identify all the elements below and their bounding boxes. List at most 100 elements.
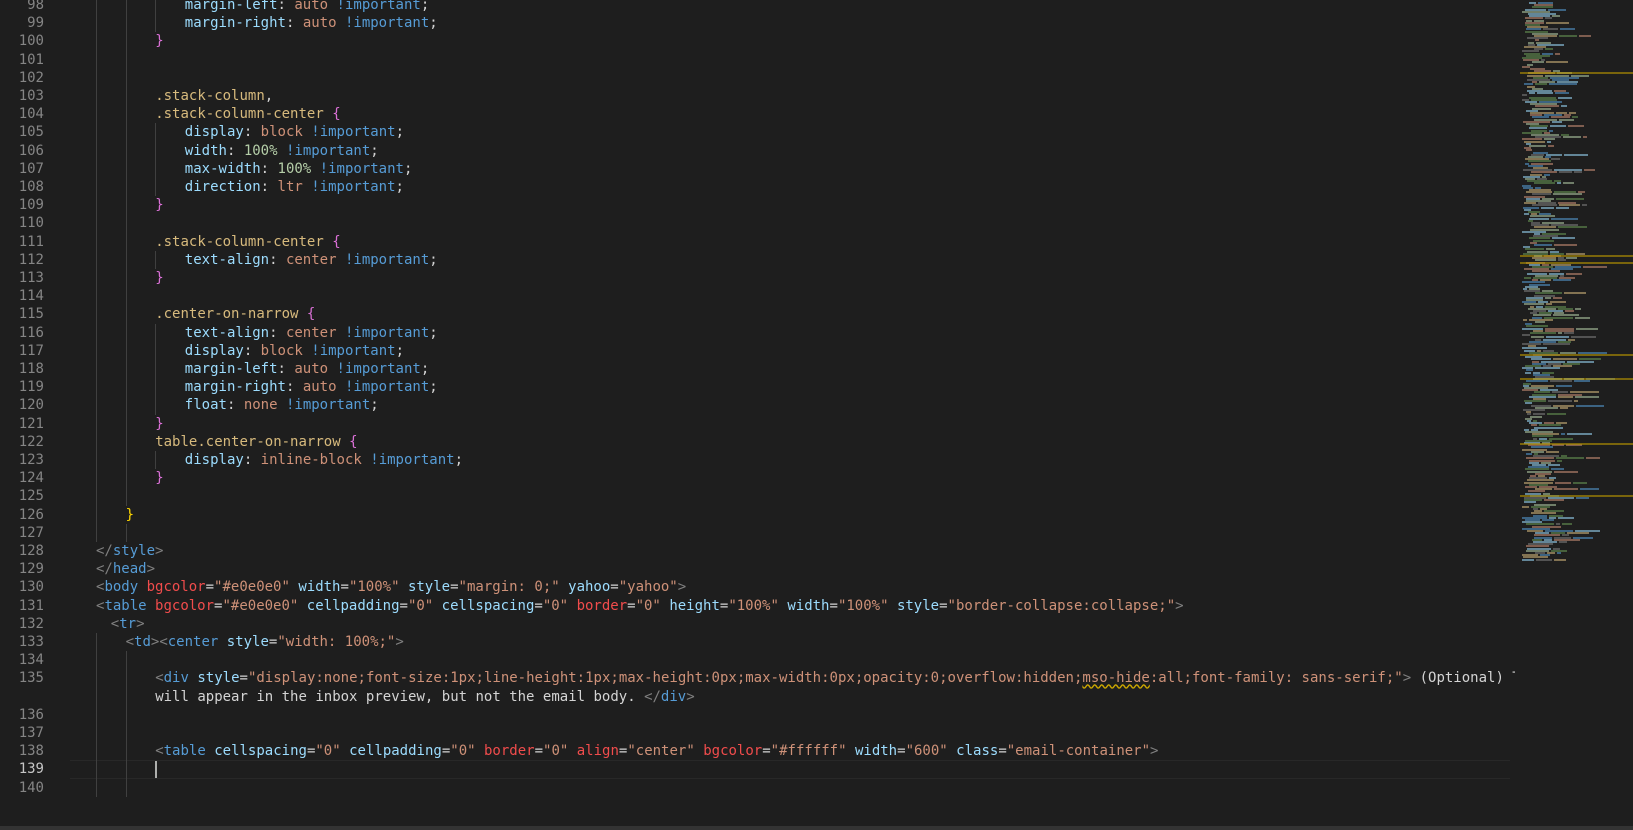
code-line[interactable]: } — [70, 506, 1515, 525]
minimap-line — [1536, 558, 1552, 561]
minimap-line — [1550, 125, 1566, 128]
code-line[interactable] — [70, 779, 1515, 798]
minimap-line — [1544, 499, 1564, 502]
code-line[interactable]: } — [70, 32, 1515, 51]
code-line[interactable]: display: block !important; — [70, 123, 1515, 142]
code-line[interactable]: .stack-column-center { — [70, 105, 1515, 124]
indent-guide — [96, 250, 97, 269]
code-token: ; — [429, 324, 438, 341]
code-line[interactable]: } — [70, 196, 1515, 215]
code-line[interactable]: display: block !important; — [70, 342, 1515, 361]
code-line[interactable]: <table cellspacing="0" cellpadding="0" b… — [70, 742, 1515, 761]
code-area[interactable]: margin-left: auto !important; margin-righ… — [70, 0, 1515, 830]
code-line[interactable]: width: 100% !important; — [70, 142, 1515, 161]
code-line[interactable]: } — [70, 469, 1515, 488]
code-token: : — [226, 397, 244, 414]
code-line[interactable]: <body bgcolor="#e0e0e0" width="100%" sty… — [70, 578, 1515, 597]
code-line[interactable] — [70, 524, 1515, 543]
code-line[interactable]: .center-on-narrow { — [70, 305, 1515, 324]
code-line[interactable] — [70, 487, 1515, 506]
code-line[interactable] — [70, 287, 1515, 306]
indent-guide — [125, 269, 127, 288]
minimap-line — [1566, 272, 1582, 275]
code-line[interactable]: text-align: center !important; — [70, 251, 1515, 270]
minimap-line — [1523, 318, 1527, 321]
minimap-highlight — [1520, 443, 1633, 445]
code-line[interactable]: </head> — [70, 560, 1515, 579]
code-line[interactable]: .stack-column-center { — [70, 233, 1515, 252]
indent-guide — [125, 87, 127, 106]
code-token: bgcolor — [155, 597, 215, 614]
code-line[interactable]: <div style="display:none;font-size:1px;l… — [70, 669, 1515, 688]
horizontal-scrollbar[interactable] — [0, 826, 1633, 830]
minimap-line — [1526, 149, 1532, 152]
minimap[interactable] — [1520, 0, 1633, 830]
code-line[interactable] — [70, 760, 1510, 780]
code-token: ; — [420, 0, 430, 13]
code-token: height — [669, 597, 720, 614]
minimap-line — [1535, 83, 1547, 86]
indent-guide — [96, 778, 97, 797]
code-token: style — [112, 543, 156, 559]
indent-guide — [125, 432, 127, 451]
code-line[interactable]: max-width: 100% !important; — [70, 160, 1515, 179]
code-line[interactable]: </style> — [70, 542, 1515, 561]
code-token: display — [184, 124, 244, 141]
code-token: .center-on-narrow — [155, 306, 299, 323]
code-token: margin-right — [184, 15, 286, 32]
code-line[interactable]: margin-left: auto !important; — [70, 360, 1515, 379]
code-line[interactable] — [70, 706, 1515, 725]
code-token: none — [243, 397, 278, 414]
code-line[interactable]: } — [70, 415, 1515, 434]
code-token: = — [399, 597, 408, 614]
line-number: 136 — [18, 706, 44, 723]
code-line[interactable]: will appear in the inbox preview, but no… — [70, 688, 1515, 707]
code-line[interactable] — [70, 51, 1515, 70]
code-line[interactable] — [70, 651, 1515, 670]
code-token: style — [407, 579, 451, 596]
code-line[interactable]: <tr> — [70, 615, 1515, 634]
indent-guide — [155, 323, 157, 342]
indent-guide — [125, 414, 127, 433]
code-line[interactable]: float: none !important; — [70, 396, 1515, 415]
code-line[interactable] — [70, 69, 1515, 88]
code-token: !important — [285, 397, 371, 414]
code-line[interactable]: direction: ltr !important; — [70, 178, 1515, 197]
indent-guide — [96, 123, 97, 142]
code-line[interactable]: display: inline-block !important; — [70, 451, 1515, 470]
code-line[interactable]: .stack-column, — [70, 87, 1515, 106]
code-token: "margin: 0;" — [458, 579, 560, 596]
indent-guide — [96, 414, 97, 433]
code-line[interactable]: <table bgcolor="#e0e0e0" cellpadding="0"… — [70, 597, 1515, 616]
code-token: "600" — [905, 743, 948, 760]
code-token: : — [226, 142, 244, 159]
code-line[interactable]: margin-left: auto !important; — [70, 0, 1515, 15]
code-token: ; — [403, 160, 413, 177]
code-token: "100%" — [348, 579, 400, 596]
code-line[interactable]: <td><center style="width: 100%;"> — [70, 633, 1515, 652]
minimap-line — [1547, 413, 1566, 416]
code-line[interactable] — [70, 214, 1515, 233]
code-token: "#e0e0e0" — [214, 579, 290, 596]
code-editor[interactable]: 98 99 100 101 102 103 104 105 106 107 108 109 110 111… — [0, 0, 1633, 830]
minimap-line — [1530, 332, 1556, 334]
code-token: "0" — [635, 597, 661, 614]
indent-guide — [96, 141, 97, 160]
code-line[interactable] — [70, 724, 1515, 743]
code-line[interactable]: text-align: center !important; — [70, 324, 1515, 343]
code-line[interactable]: table.center-on-narrow { — [70, 433, 1515, 452]
minimap-line — [1576, 497, 1589, 499]
code-line[interactable]: margin-right: auto !important; — [70, 14, 1515, 33]
minimap-line — [1522, 505, 1529, 508]
code-line[interactable]: margin-right: auto !important; — [70, 378, 1515, 397]
minimap-line — [1580, 488, 1599, 491]
code-line[interactable]: } — [70, 269, 1515, 288]
code-token: { — [349, 433, 358, 450]
code-token: > — [155, 543, 164, 559]
line-number: 112 — [18, 251, 44, 268]
line-number: 128 — [18, 543, 44, 559]
code-token: } — [155, 415, 164, 432]
